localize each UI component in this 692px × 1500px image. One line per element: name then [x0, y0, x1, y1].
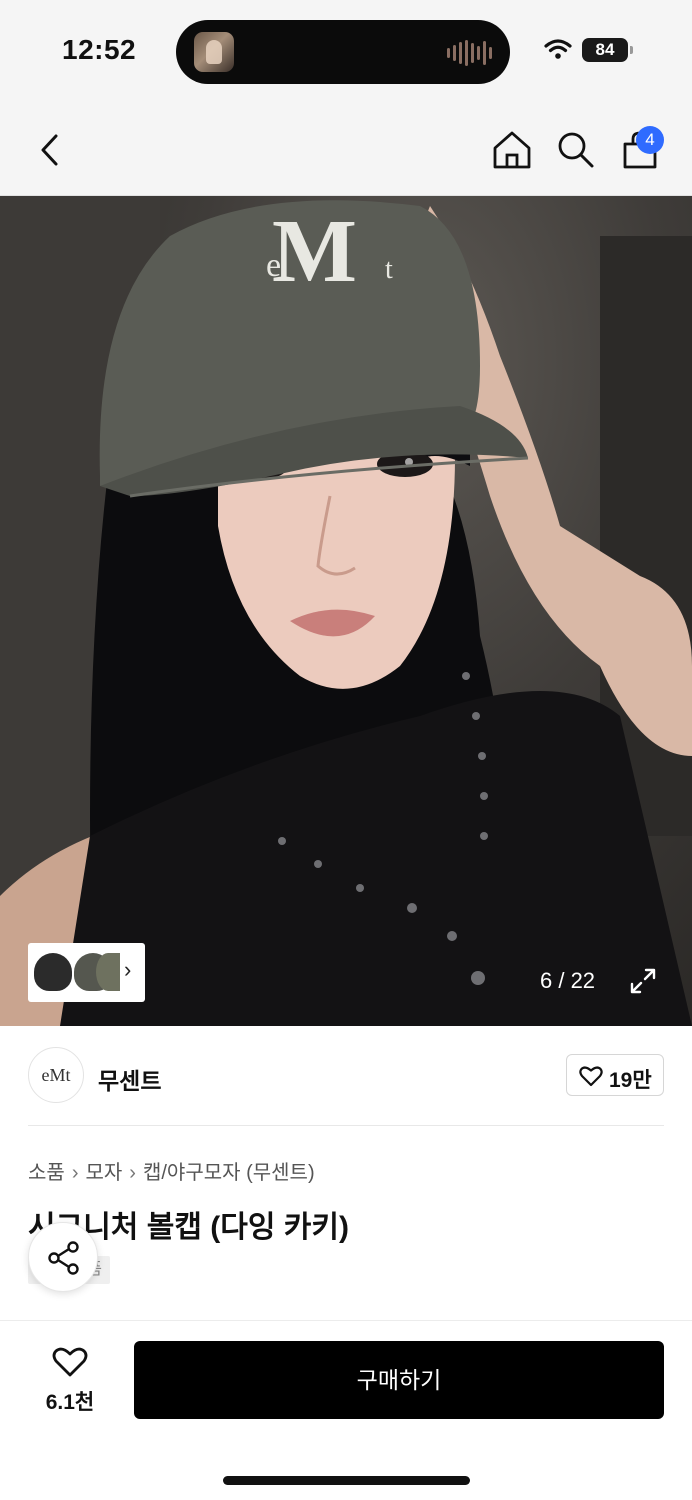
share-button[interactable] [28, 1222, 98, 1292]
heart-icon [579, 1066, 603, 1087]
variant-thumb-olive[interactable] [96, 953, 120, 991]
search-button[interactable] [554, 128, 598, 172]
top-nav-bar [0, 100, 692, 196]
home-indicator[interactable] [223, 1476, 470, 1485]
back-button[interactable] [30, 128, 70, 172]
now-playing-thumbnail [194, 32, 234, 72]
product-image-gallery[interactable]: M e t [0, 196, 692, 1026]
share-icon [48, 1241, 79, 1275]
expand-image-button[interactable] [628, 966, 658, 996]
divider [28, 1125, 664, 1126]
brand-like-count: 19만 [609, 1069, 652, 1092]
buy-button[interactable]: 구매하기 [134, 1341, 664, 1419]
product-photo: M e t [0, 196, 692, 1026]
chevron-right-icon: › [124, 957, 132, 982]
brand-logo[interactable]: eMt [28, 1047, 84, 1103]
color-variant-thumbnails[interactable]: › [28, 943, 145, 1002]
breadcrumb: 소품 › 모자 › 캡/야구모자 (무센트) [28, 1156, 315, 1185]
breadcrumb-item[interactable]: 소품 [28, 1162, 65, 1184]
expand-icon [630, 968, 656, 994]
battery-indicator: 84 [582, 38, 633, 62]
cart-count-badge: 4 [636, 126, 664, 154]
image-counter: 6 / 22 [540, 968, 596, 993]
breadcrumb-item[interactable]: 캡/야구모자 (무센트) [143, 1162, 315, 1184]
wishlist-count: 6.1천 [45, 1391, 95, 1414]
search-icon [558, 132, 594, 168]
dynamic-island[interactable] [176, 20, 510, 84]
audio-waveform-icon [447, 40, 492, 66]
status-time: 12:52 [62, 34, 137, 65]
home-icon [493, 131, 531, 169]
svg-text:e: e [266, 247, 281, 284]
brand-like-button[interactable]: 19만 [566, 1054, 664, 1096]
breadcrumb-item[interactable]: 모자 [85, 1162, 122, 1184]
wifi-icon [544, 39, 572, 59]
svg-text:M: M [272, 202, 357, 301]
status-bar: 12:52 84 [0, 0, 692, 100]
variant-thumb-dark[interactable] [34, 953, 72, 991]
brand-name[interactable]: 무센트 [98, 1062, 161, 1096]
svg-text:t: t [385, 254, 393, 285]
home-button[interactable] [490, 128, 534, 172]
heart-icon [52, 1347, 88, 1377]
chevron-right-icon: › [129, 1162, 136, 1184]
brand-logo-text: eMt [41, 1065, 71, 1085]
chevron-right-icon: › [71, 1162, 79, 1184]
back-icon [41, 134, 58, 166]
wishlist-button[interactable]: 6.1천 [30, 1342, 110, 1418]
